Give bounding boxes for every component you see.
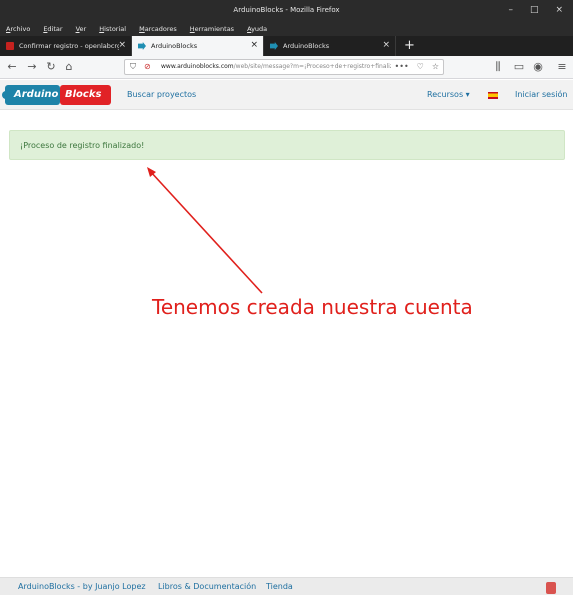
- tab-arduinoblocks[interactable]: ArduinoBlocks ×: [264, 36, 396, 56]
- login-link[interactable]: Iniciar sesión: [515, 90, 567, 99]
- home-icon[interactable]: ⌂: [63, 61, 75, 73]
- window-titlebar: ArduinoBlocks - Mozilla Firefox – □ ×: [0, 0, 573, 21]
- hamburger-menu-icon[interactable]: ≡: [556, 61, 568, 73]
- navigation-bar: ← → ↻ ⌂ ⛉ ⊘ www.arduinoblocks.com/web/si…: [0, 56, 573, 79]
- footer-credit-link[interactable]: ArduinoBlocks - by Juanjo Lopez: [18, 582, 146, 591]
- menu-editar[interactable]: Editar: [43, 25, 62, 33]
- url-path: /web/site/message?m=¡Proceso+de+registro…: [233, 63, 405, 70]
- arduinoblocks-icon: [138, 42, 146, 50]
- no-tracking-icon[interactable]: ⊘: [144, 60, 151, 74]
- account-icon[interactable]: ◉: [532, 61, 544, 73]
- menu-marcadores[interactable]: Marcadores: [139, 25, 177, 33]
- success-alert: ¡Proceso de registro finalizado!: [9, 130, 565, 160]
- tab-arduinoblocks-active[interactable]: ArduinoBlocks ×: [132, 36, 264, 56]
- url-host: www.arduinoblocks.com: [161, 63, 234, 70]
- menu-herramientas[interactable]: Herramientas: [190, 25, 234, 33]
- menu-ayuda[interactable]: Ayuda: [247, 25, 267, 33]
- url-bar[interactable]: ⛉ ⊘ www.arduinoblocks.com/web/site/messa…: [124, 59, 444, 75]
- close-tab-icon[interactable]: ×: [382, 41, 390, 50]
- footer-shop-link[interactable]: Tienda: [266, 582, 293, 591]
- menu-ver[interactable]: Ver: [76, 25, 87, 33]
- tab-title: ArduinoBlocks: [283, 42, 330, 50]
- pocket-icon[interactable]: ♡: [417, 60, 424, 74]
- minimize-button[interactable]: –: [508, 6, 513, 15]
- new-tab-button[interactable]: +: [404, 36, 415, 56]
- gmail-icon: [6, 42, 14, 50]
- shield-icon[interactable]: ⛉: [130, 60, 136, 74]
- site-footer: ArduinoBlocks - by Juanjo Lopez Libros &…: [0, 577, 573, 595]
- close-tab-icon[interactable]: ×: [250, 41, 258, 50]
- menu-bar: Archivo Editar Ver Historial Marcadores …: [0, 21, 573, 36]
- alert-message: ¡Proceso de registro finalizado!: [20, 141, 145, 150]
- tab-bar: Confirmar registro - openlabcrg003 × Ard…: [0, 36, 573, 56]
- tab-confirmar-registro[interactable]: Confirmar registro - openlabcrg003 ×: [0, 36, 132, 56]
- resources-dropdown[interactable]: Recursos ▾: [427, 90, 470, 99]
- close-tab-icon[interactable]: ×: [118, 41, 126, 50]
- back-arrow-icon[interactable]: ←: [6, 61, 18, 73]
- arduinoblocks-icon: [270, 42, 278, 50]
- library-icon[interactable]: ⫼: [492, 61, 504, 73]
- maximize-button[interactable]: □: [530, 6, 539, 15]
- feedback-badge-icon[interactable]: [546, 582, 556, 594]
- window-title: ArduinoBlocks - Mozilla Firefox: [233, 6, 340, 14]
- tab-title: ArduinoBlocks: [151, 42, 198, 50]
- logo-part-arduino: Arduino: [5, 85, 60, 105]
- spain-flag-icon[interactable]: [488, 92, 498, 99]
- reload-icon[interactable]: ↻: [45, 61, 57, 73]
- logo-part-blocks: Blocks: [60, 85, 111, 105]
- site-header: Arduino Blocks Buscar proyectos Recursos…: [0, 80, 573, 110]
- sidebar-icon[interactable]: ▭: [513, 61, 525, 73]
- menu-historial[interactable]: Historial: [99, 25, 126, 33]
- page-actions-icon[interactable]: •••: [395, 60, 409, 74]
- search-projects-link[interactable]: Buscar proyectos: [127, 90, 196, 99]
- annotation-text: Tenemos creada nuestra cuenta: [152, 295, 473, 319]
- forward-arrow-icon[interactable]: →: [26, 61, 38, 73]
- footer-docs-link[interactable]: Libros & Documentación: [158, 582, 256, 591]
- arduinoblocks-logo[interactable]: Arduino Blocks: [2, 85, 111, 105]
- menu-archivo[interactable]: Archivo: [6, 25, 30, 33]
- bookmark-star-icon[interactable]: ☆: [432, 60, 439, 74]
- tab-title: Confirmar registro - openlabcrg003: [19, 42, 119, 50]
- close-window-button[interactable]: ×: [555, 6, 563, 15]
